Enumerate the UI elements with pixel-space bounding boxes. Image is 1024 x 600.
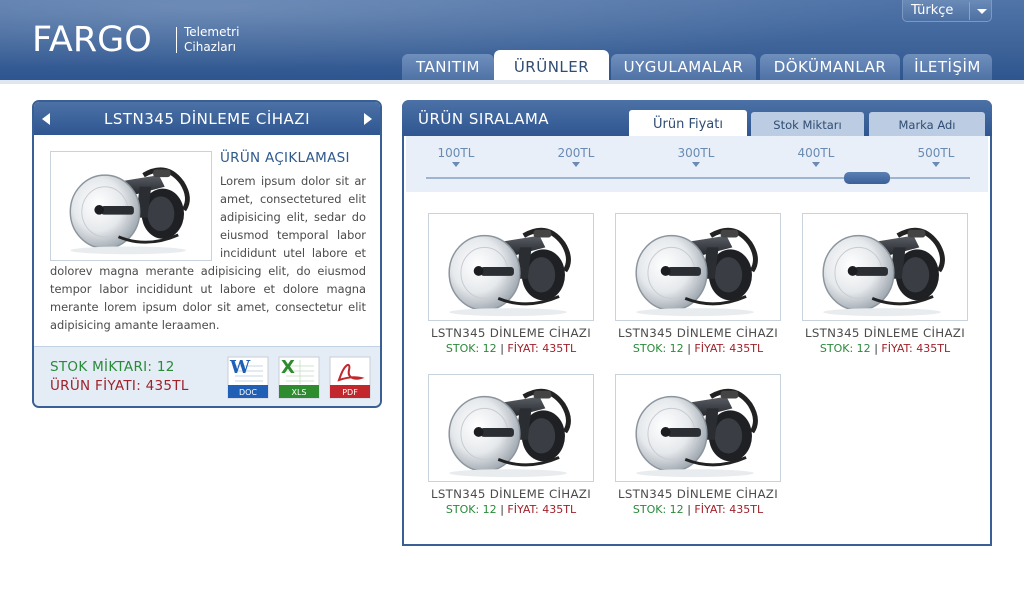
- separator: |: [500, 503, 504, 516]
- svg-text:X: X: [281, 357, 295, 378]
- product-image[interactable]: [802, 213, 968, 321]
- separator: |: [500, 342, 504, 355]
- product-info: STOK: 12 | FİYAT: 435TL: [428, 342, 594, 355]
- product-detail-image: [50, 151, 212, 261]
- price-tick-label: 400TL: [797, 146, 835, 160]
- product-name[interactable]: LSTN345 DİNLEME CİHAZI: [428, 487, 594, 501]
- product-card[interactable]: LSTN345 DİNLEME CİHAZI STOK: 12 | FİYAT:…: [802, 213, 968, 355]
- site-header: FARGO Telemetri Cihazları Türkçe TANITIM…: [0, 0, 1024, 80]
- separator: |: [687, 503, 691, 516]
- product-card[interactable]: LSTN345 DİNLEME CİHAZI STOK: 12 | FİYAT:…: [428, 374, 594, 516]
- language-selector[interactable]: Türkçe: [902, 0, 992, 22]
- sort-tab-stock[interactable]: Stok Miktarı: [751, 112, 864, 136]
- tick-marker-icon: [932, 162, 940, 167]
- sort-tab-price[interactable]: Ürün Fiyatı: [629, 110, 747, 136]
- arrow-right-icon[interactable]: [364, 113, 372, 125]
- price-tick[interactable]: 100TL: [426, 146, 486, 167]
- sorting-title: ÜRÜN SIRALAMA: [418, 110, 550, 128]
- product-image[interactable]: [615, 374, 781, 482]
- svg-text:DOC: DOC: [239, 388, 257, 397]
- product-detail-header: LSTN345 DİNLEME CİHAZI: [34, 102, 380, 135]
- product-name[interactable]: LSTN345 DİNLEME CİHAZI: [428, 326, 594, 340]
- svg-text:W: W: [229, 357, 251, 378]
- product-price: FİYAT: 435TL: [694, 503, 764, 516]
- nav-tab-iletisim[interactable]: İLETİŞİM: [903, 54, 992, 80]
- product-image[interactable]: [615, 213, 781, 321]
- product-detail-panel: LSTN345 DİNLEME CİHAZI ÜRÜN AÇIKLAMASI L…: [32, 100, 382, 408]
- product-stock: STOK: 12: [632, 342, 684, 355]
- price-tick-label: 300TL: [677, 146, 715, 160]
- pdf-download-icon[interactable]: PDF: [329, 356, 371, 399]
- logo-subtitle-line-2: Cihazları: [184, 40, 236, 54]
- tick-marker-icon: [692, 162, 700, 167]
- header-bottom-strip: [0, 80, 1024, 84]
- product-image[interactable]: [428, 213, 594, 321]
- tick-marker-icon: [572, 162, 580, 167]
- stock-amount: STOK MİKTARI: 12: [50, 359, 175, 375]
- product-price: FİYAT: 435TL: [507, 342, 577, 355]
- language-label: Türkçe: [911, 3, 954, 18]
- price-tick[interactable]: 400TL: [786, 146, 846, 167]
- separator: |: [874, 342, 878, 355]
- price-tick[interactable]: 500TL: [906, 146, 966, 167]
- svg-text:PDF: PDF: [342, 388, 358, 397]
- product-list-panel: ÜRÜN SIRALAMA Ürün Fiyatı Stok Miktarı M…: [402, 100, 992, 546]
- nav-tab-tanitim[interactable]: TANITIM: [402, 54, 494, 80]
- price-tick-label: 100TL: [437, 146, 475, 160]
- product-info: STOK: 12 | FİYAT: 435TL: [615, 503, 781, 516]
- product-detail-title: LSTN345 DİNLEME CİHAZI: [103, 110, 310, 128]
- price-tick-label: 500TL: [917, 146, 955, 160]
- product-stock: STOK: 12: [445, 342, 497, 355]
- site-logo[interactable]: FARGO: [32, 20, 152, 60]
- product-card[interactable]: LSTN345 DİNLEME CİHAZI STOK: 12 | FİYAT:…: [615, 374, 781, 516]
- svg-text:XLS: XLS: [291, 388, 306, 397]
- language-divider: [969, 2, 970, 20]
- product-card[interactable]: LSTN345 DİNLEME CİHAZI STOK: 12 | FİYAT:…: [428, 213, 594, 355]
- nav-tab-uygulamalar[interactable]: UYGULAMALAR: [611, 54, 756, 80]
- xls-download-icon[interactable]: X XLS: [278, 356, 320, 399]
- nav-tab-urunler[interactable]: ÜRÜNLER: [494, 50, 609, 80]
- price-tick[interactable]: 200TL: [546, 146, 606, 167]
- product-price: FİYAT: 435TL: [694, 342, 764, 355]
- product-card[interactable]: LSTN345 DİNLEME CİHAZI STOK: 12 | FİYAT:…: [615, 213, 781, 355]
- product-stock: STOK: 12: [445, 503, 497, 516]
- slider-thumb[interactable]: [844, 172, 890, 184]
- price-slider: 100TL 200TL 300TL 400TL 500TL: [406, 136, 988, 192]
- price-tick-label: 200TL: [557, 146, 595, 160]
- product-detail-body: ÜRÜN AÇIKLAMASI Lorem ipsum dolor sit ar…: [50, 149, 366, 334]
- product-info: STOK: 12 | FİYAT: 435TL: [802, 342, 968, 355]
- product-stock: STOK: 12: [819, 342, 871, 355]
- product-info: STOK: 12 | FİYAT: 435TL: [615, 342, 781, 355]
- price-tick[interactable]: 300TL: [666, 146, 726, 167]
- product-name[interactable]: LSTN345 DİNLEME CİHAZI: [802, 326, 968, 340]
- nav-tab-dokumanlar[interactable]: DÖKÜMANLAR: [760, 54, 900, 80]
- product-name[interactable]: LSTN345 DİNLEME CİHAZI: [615, 487, 781, 501]
- logo-divider: [176, 27, 177, 53]
- product-price: FİYAT: 435TL: [881, 342, 951, 355]
- product-name[interactable]: LSTN345 DİNLEME CİHAZI: [615, 326, 781, 340]
- sorting-header: ÜRÜN SIRALAMA Ürün Fiyatı Stok Miktarı M…: [402, 100, 992, 136]
- chevron-down-icon: [977, 9, 987, 14]
- doc-download-icon[interactable]: W DOC: [227, 356, 269, 399]
- tick-marker-icon: [812, 162, 820, 167]
- tick-marker-icon: [452, 162, 460, 167]
- product-stock: STOK: 12: [632, 503, 684, 516]
- logo-subtitle-line-1: Telemetri: [184, 25, 240, 39]
- product-info: STOK: 12 | FİYAT: 435TL: [428, 503, 594, 516]
- product-price: ÜRÜN FİYATI: 435TL: [50, 378, 189, 394]
- logo-subtitle: Telemetri Cihazları: [184, 25, 239, 55]
- product-detail-footer: STOK MİKTARI: 12 ÜRÜN FİYATI: 435TL W DO…: [34, 346, 380, 406]
- product-image[interactable]: [428, 374, 594, 482]
- sort-tab-brand[interactable]: Marka Adı: [869, 112, 985, 136]
- product-price: FİYAT: 435TL: [507, 503, 577, 516]
- separator: |: [687, 342, 691, 355]
